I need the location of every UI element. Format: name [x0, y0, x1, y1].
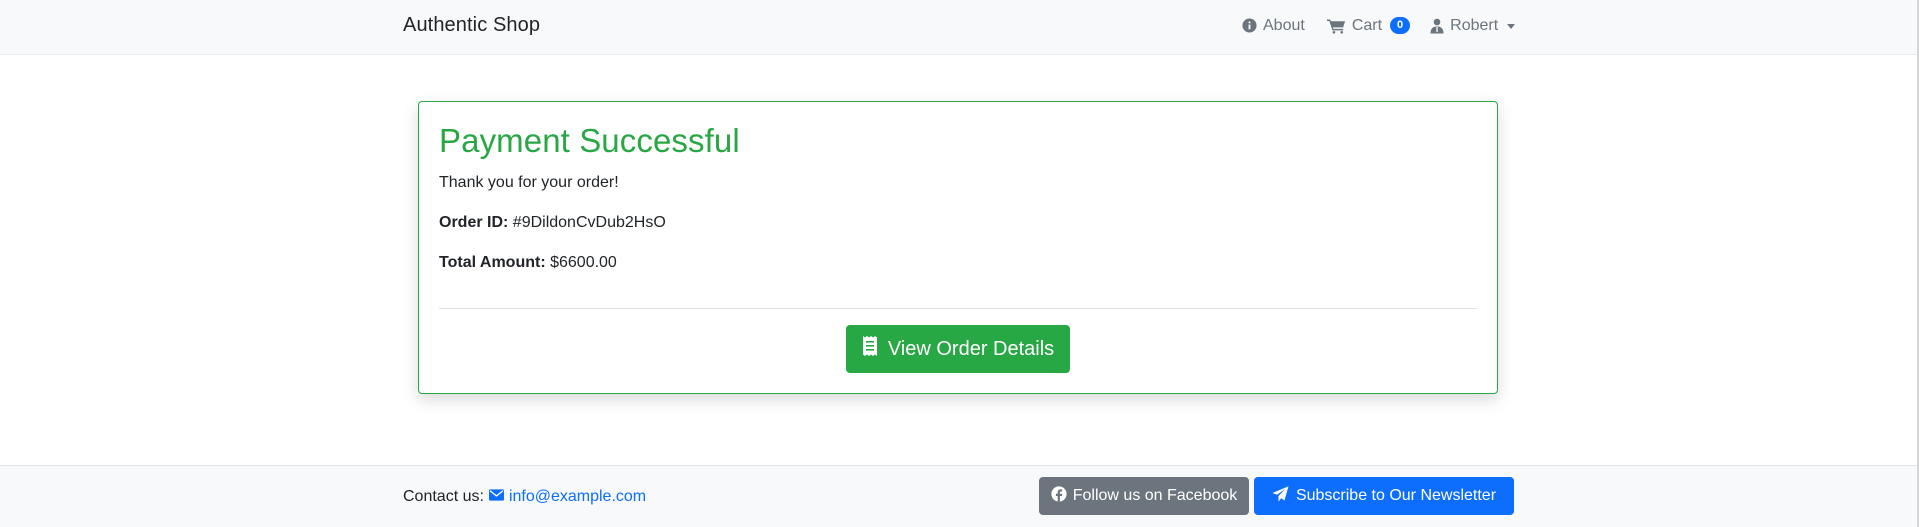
total-amount-line: Total Amount: $6600.00 [439, 254, 617, 272]
contact-info: Contact us: info@example.com [403, 488, 646, 506]
facebook-icon [1051, 485, 1067, 507]
chevron-down-icon [1507, 24, 1516, 29]
order-id-value: #9DildonCvDub2HsO [512, 214, 666, 231]
nav-user-label: Robert [1450, 16, 1499, 34]
subscribe-newsletter-label: Subscribe to Our Newsletter [1295, 487, 1497, 504]
total-amount-value: $6600.00 [550, 254, 617, 271]
footer: Contact us: info@example.com Follow us o… [0, 465, 1919, 527]
cart-icon [1326, 18, 1346, 34]
brand-link[interactable]: Authentic Shop [403, 14, 540, 37]
nav-about-link[interactable]: About [1240, 17, 1307, 35]
subscribe-newsletter-button[interactable]: Subscribe to Our Newsletter [1254, 477, 1514, 515]
thank-you-message: Thank you for your order! [439, 174, 619, 191]
follow-facebook-button[interactable]: Follow us on Facebook [1039, 477, 1249, 515]
user-icon [1430, 18, 1444, 34]
page: Authentic Shop About Cart 0 Robert Payme… [0, 0, 1919, 527]
total-amount-label: Total Amount: [439, 254, 546, 271]
navbar: Authentic Shop About Cart 0 Robert [0, 0, 1919, 55]
order-id-label: Order ID: [439, 214, 509, 231]
order-id-line: Order ID: #9DildonCvDub2HsO [439, 214, 666, 232]
info-circle-icon [1242, 18, 1257, 33]
view-order-details-button[interactable]: View Order Details [846, 325, 1070, 373]
envelope-icon [488, 488, 504, 506]
nav-links: About Cart 0 Robert [1240, 0, 1517, 51]
cart-count-badge: 0 [1390, 17, 1411, 34]
nav-about-label: About [1263, 16, 1305, 34]
card-title: Payment Successful [439, 122, 740, 159]
contact-email-link[interactable]: info@example.com [488, 488, 647, 506]
contact-email: info@example.com [508, 488, 647, 505]
paper-plane-icon [1272, 485, 1289, 507]
contact-label: Contact us: [403, 488, 484, 505]
nav-cart-label: Cart [1351, 16, 1383, 34]
view-order-details-label: View Order Details [887, 337, 1055, 360]
card-divider [439, 308, 1477, 309]
nav-user-dropdown[interactable]: Robert [1428, 17, 1517, 35]
payment-success-card: Payment Successful Thank you for your or… [418, 101, 1498, 394]
follow-facebook-label: Follow us on Facebook [1072, 487, 1238, 504]
nav-cart-link[interactable]: Cart 0 [1325, 17, 1412, 35]
receipt-icon [862, 336, 878, 362]
